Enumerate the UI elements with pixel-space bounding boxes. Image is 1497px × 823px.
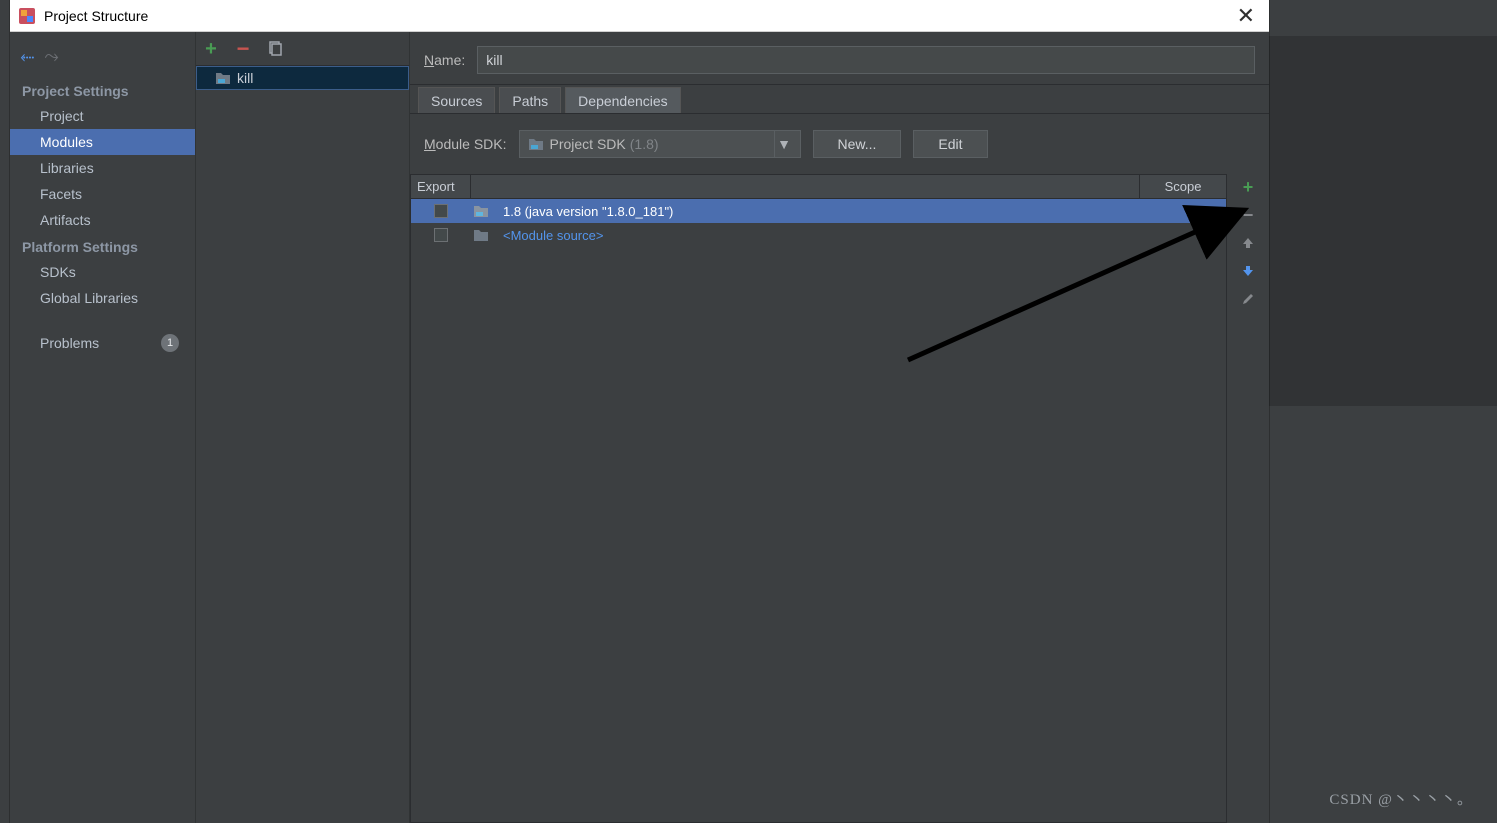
name-row: Name: — [410, 32, 1269, 84]
ide-left-strip — [0, 32, 10, 793]
nav-history: ⬸ ⤳ — [10, 38, 195, 77]
remove-module-icon[interactable]: − — [234, 40, 252, 58]
col-dependency[interactable] — [471, 175, 1140, 198]
module-toolbar: + − — [196, 32, 409, 66]
dep-label: 1.8 (java version "1.8.0_181") — [503, 204, 673, 219]
module-sdk-row: Module SDK: Project SDK (1.8) ▼ New... E… — [410, 114, 1269, 174]
sidebar-item-libraries[interactable]: Libraries — [10, 155, 195, 181]
add-module-icon[interactable]: + — [202, 40, 220, 58]
module-tree-item-label: kill — [237, 70, 253, 86]
sdk-edit-button[interactable]: Edit — [913, 130, 987, 158]
dialog-body: ⬸ ⤳ Project Settings Project Modules Lib… — [10, 32, 1269, 823]
dependencies-table: Export Scope 1.8 (java version "1.8.0_18… — [410, 174, 1227, 823]
nav-back-icon[interactable]: ⬸ — [20, 46, 34, 67]
sdk-new-button[interactable]: New... — [813, 130, 902, 158]
move-up-icon[interactable] — [1239, 234, 1257, 252]
problems-badge: 1 — [161, 334, 179, 352]
module-tree[interactable]: kill — [196, 66, 409, 823]
sidebar-item-modules[interactable]: Modules — [10, 129, 195, 155]
dependency-side-buttons: + − — [1233, 174, 1263, 823]
titlebar: Project Structure ✕ — [10, 0, 1269, 32]
problems-label: Problems — [40, 335, 99, 351]
module-sdk-dropdown[interactable]: Project SDK (1.8) ▼ — [519, 130, 801, 158]
remove-dependency-icon[interactable]: − — [1239, 206, 1257, 224]
project-structure-dialog: Project Structure ✕ ⬸ ⤳ Project Settings… — [10, 0, 1269, 823]
sdk-version: (1.8) — [630, 136, 659, 152]
sidebar-item-global-libs[interactable]: Global Libraries — [10, 285, 195, 311]
sdk-folder-icon — [528, 137, 544, 151]
sdk-value: Project SDK — [550, 136, 626, 152]
module-tree-panel: + − kill — [196, 32, 410, 823]
sidebar-item-project[interactable]: Project — [10, 103, 195, 129]
tab-dependencies[interactable]: Dependencies — [565, 87, 681, 113]
section-header-project: Project Settings — [10, 77, 195, 103]
sidebar-item-problems[interactable]: Problems 1 — [10, 329, 195, 357]
dependency-row-source[interactable]: <Module source> — [411, 223, 1226, 247]
nav-forward-icon[interactable]: ⤳ — [44, 46, 58, 67]
close-button[interactable]: ✕ — [1231, 7, 1261, 25]
window-title: Project Structure — [44, 8, 148, 24]
jdk-folder-icon — [473, 204, 489, 218]
edit-dependency-icon[interactable] — [1239, 290, 1257, 308]
tab-sources[interactable]: Sources — [418, 87, 495, 113]
col-scope[interactable]: Scope — [1140, 175, 1226, 198]
source-folder-icon — [473, 228, 489, 242]
dep-export-checkbox[interactable] — [434, 228, 448, 242]
sidebar-item-artifacts[interactable]: Artifacts — [10, 207, 195, 233]
settings-sidebar: ⬸ ⤳ Project Settings Project Modules Lib… — [10, 32, 196, 823]
module-folder-icon — [215, 71, 231, 85]
sidebar-item-sdks[interactable]: SDKs — [10, 259, 195, 285]
dropdown-caret-icon: ▼ — [774, 131, 794, 157]
app-icon — [18, 7, 36, 25]
dependencies-area: Export Scope 1.8 (java version "1.8.0_18… — [410, 174, 1269, 823]
dependency-row-sdk[interactable]: 1.8 (java version "1.8.0_181") — [411, 199, 1226, 223]
col-export[interactable]: Export — [411, 175, 471, 198]
dep-export-checkbox[interactable] — [434, 204, 448, 218]
sidebar-item-facets[interactable]: Facets — [10, 181, 195, 207]
module-editor: Name: Sources Paths Dependencies Module … — [410, 32, 1269, 823]
module-tabs: Sources Paths Dependencies — [410, 84, 1269, 114]
dependencies-rows: 1.8 (java version "1.8.0_181") <Module s… — [411, 199, 1226, 822]
tab-paths[interactable]: Paths — [499, 87, 561, 113]
section-header-platform: Platform Settings — [10, 233, 195, 259]
name-label: Name: — [424, 52, 465, 68]
dep-label: <Module source> — [503, 228, 603, 243]
ide-right-dark-panel — [1269, 36, 1497, 406]
dependencies-header: Export Scope — [411, 175, 1226, 199]
add-dependency-icon[interactable]: + — [1239, 178, 1257, 196]
watermark: CSDN @丶丶丶丶。 — [1329, 788, 1473, 809]
module-name-input[interactable] — [477, 46, 1255, 74]
module-sdk-label: Module SDK: — [424, 136, 507, 152]
move-down-icon[interactable] — [1239, 262, 1257, 280]
copy-module-icon[interactable] — [266, 40, 284, 58]
module-tree-item[interactable]: kill — [196, 66, 409, 90]
